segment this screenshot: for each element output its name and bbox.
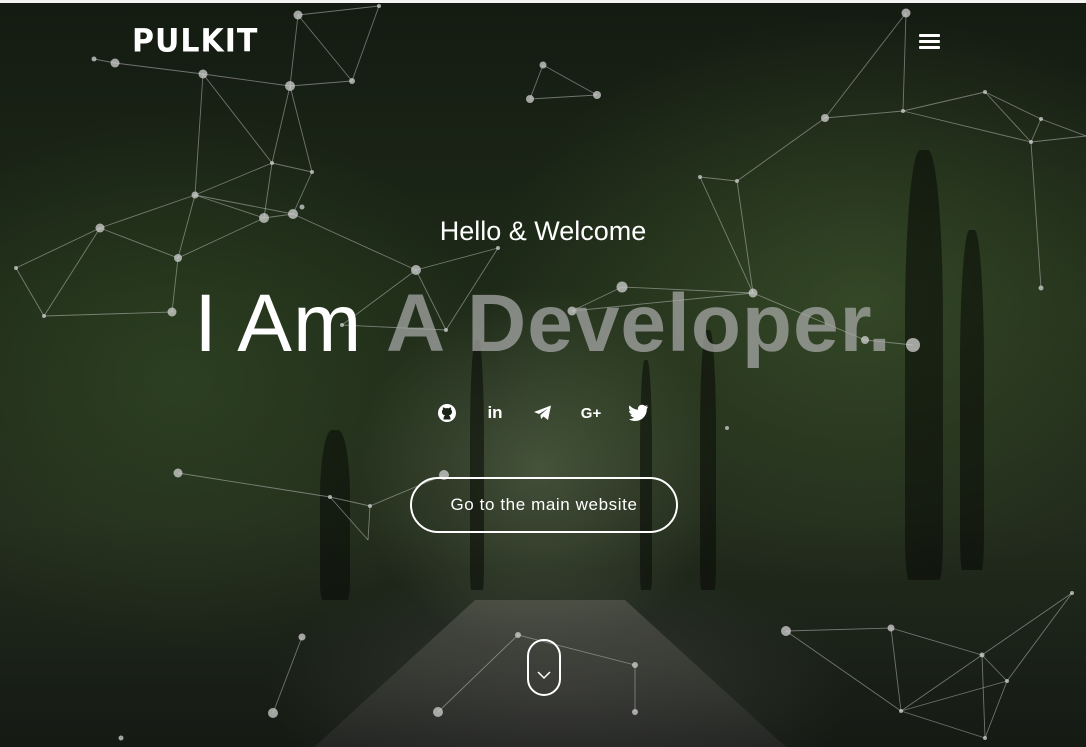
menu-bar — [919, 46, 940, 49]
headline-typed-text: A Developer. — [386, 278, 892, 369]
hamburger-icon[interactable] — [915, 30, 945, 54]
hero-section: PULKIT Hello & Welcome I Am A Developer.… — [0, 0, 1086, 747]
chevron-down-icon — [537, 670, 551, 679]
menu-bar — [919, 34, 940, 37]
github-icon[interactable] — [435, 400, 459, 426]
linkedin-icon[interactable]: in — [483, 400, 507, 426]
headline-prefix: I Am — [194, 278, 387, 369]
telegram-icon[interactable] — [531, 400, 555, 426]
site-logo[interactable]: PULKIT — [132, 23, 258, 62]
menu-bar — [919, 40, 940, 43]
main-website-button[interactable]: Go to the main website — [410, 477, 678, 533]
hero-headline: I Am A Developer. — [0, 276, 1086, 372]
social-links: in G+ — [0, 400, 1086, 426]
particle-network — [14, 4, 1086, 741]
google-plus-icon[interactable]: G+ — [579, 400, 603, 426]
hero-greeting: Hello & Welcome — [439, 216, 647, 246]
scroll-down-button[interactable] — [527, 639, 561, 696]
twitter-icon[interactable] — [627, 400, 651, 426]
